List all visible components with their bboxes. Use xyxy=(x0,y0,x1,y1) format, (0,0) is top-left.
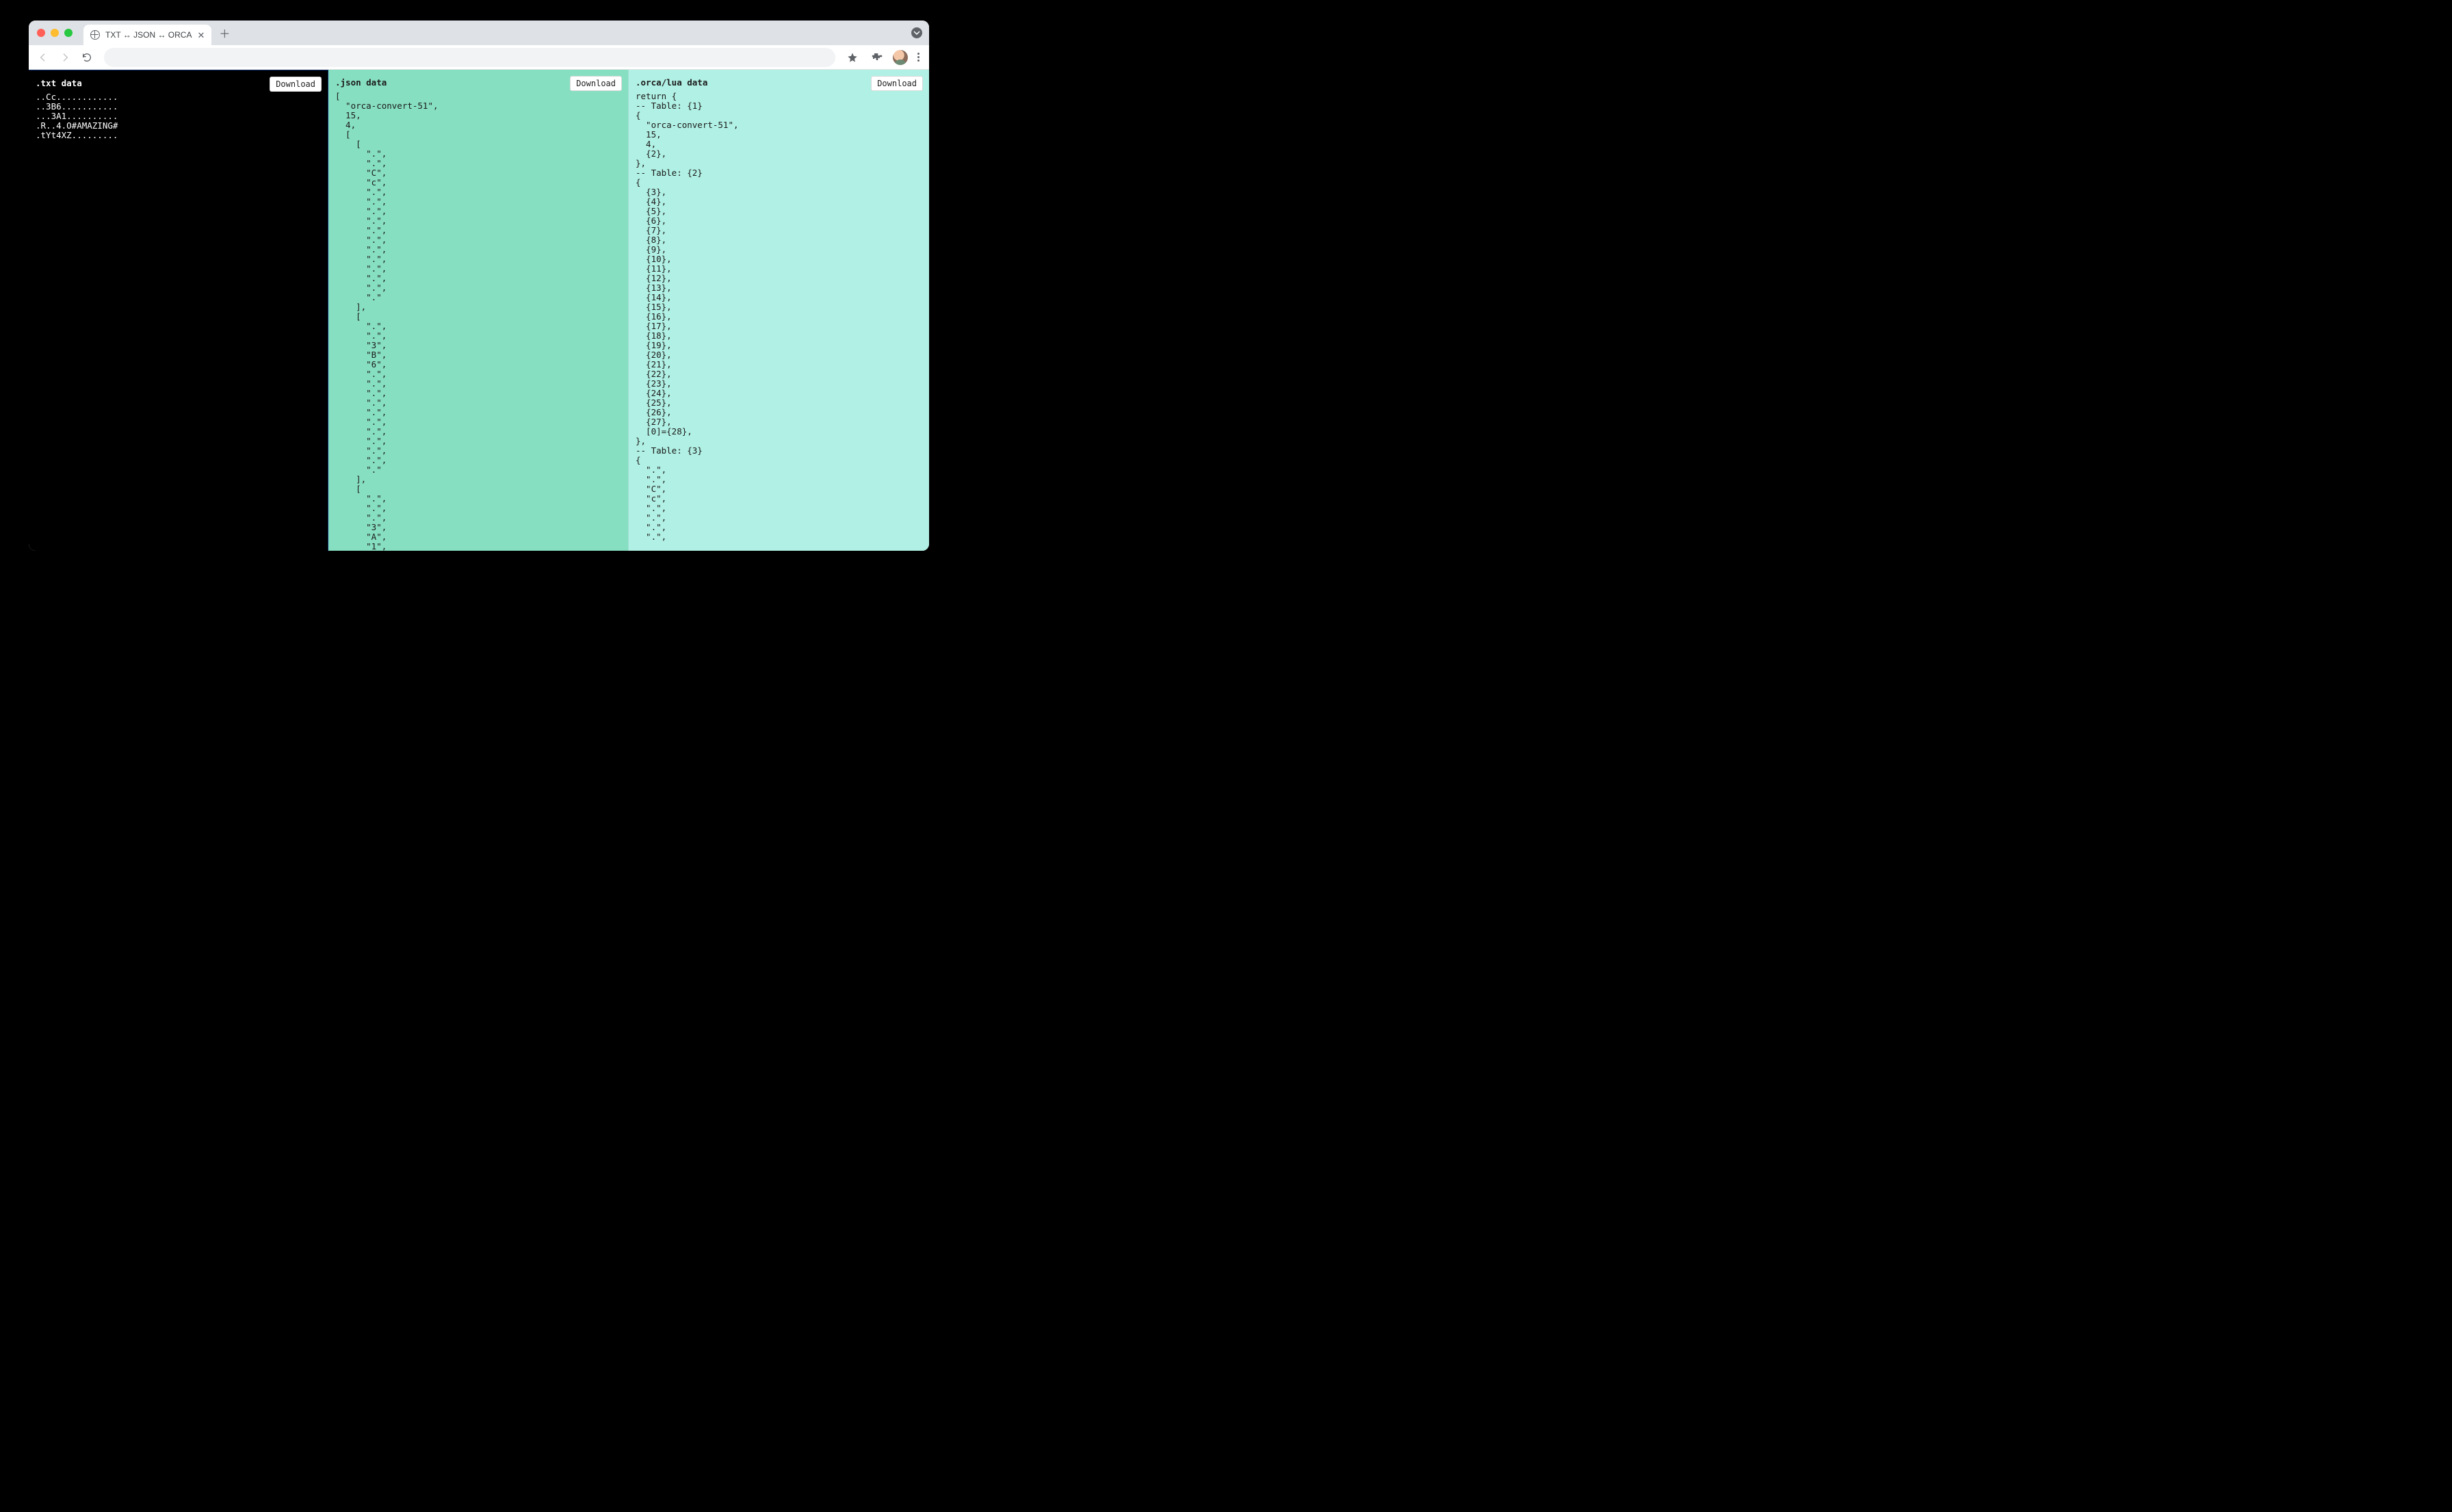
toolbar-right xyxy=(844,49,924,66)
tab-overflow-button[interactable] xyxy=(911,27,922,38)
extensions-button[interactable] xyxy=(868,49,886,66)
browser-tab[interactable]: TXT ↔ JSON ↔ ORCA ✕ xyxy=(83,25,211,45)
json-content[interactable]: [ "orca-convert-51", 15, 4, [ [ ".", "."… xyxy=(335,92,621,551)
download-json-button[interactable]: Download xyxy=(570,76,622,91)
reload-icon xyxy=(81,52,92,63)
txt-content[interactable]: ..Cc............ ..3B6........... ...3A1… xyxy=(36,92,321,140)
lua-pane: Download .orca/lua data return { -- Tabl… xyxy=(628,70,929,551)
download-txt-button[interactable]: Download xyxy=(270,77,322,92)
browser-toolbar xyxy=(29,45,929,70)
tab-bar: TXT ↔ JSON ↔ ORCA ✕ ＋ xyxy=(29,21,929,45)
browser-window: TXT ↔ JSON ↔ ORCA ✕ ＋ xyxy=(29,21,929,551)
json-pane: Download .json data [ "orca-convert-51",… xyxy=(328,70,628,551)
globe-icon xyxy=(90,30,100,40)
window-controls xyxy=(34,29,77,37)
arrow-left-icon xyxy=(38,52,49,63)
star-icon xyxy=(847,52,858,63)
forward-button[interactable] xyxy=(56,49,74,66)
browser-menu-button[interactable] xyxy=(915,51,922,64)
chevron-down-icon xyxy=(913,29,920,36)
arrow-right-icon xyxy=(60,52,70,63)
reload-button[interactable] xyxy=(78,49,96,66)
window-minimize-button[interactable] xyxy=(51,29,59,37)
download-lua-button[interactable]: Download xyxy=(871,76,923,91)
tab-title: TXT ↔ JSON ↔ ORCA xyxy=(105,30,192,40)
txt-pane: Download .txt data ..Cc............ ..3B… xyxy=(29,70,328,551)
back-button[interactable] xyxy=(34,49,52,66)
lua-content[interactable]: return { -- Table: {1} { "orca-convert-5… xyxy=(636,92,922,542)
profile-avatar[interactable] xyxy=(893,50,908,65)
page-content: Download .txt data ..Cc............ ..3B… xyxy=(29,70,929,551)
close-tab-button[interactable]: ✕ xyxy=(197,31,205,40)
window-maximize-button[interactable] xyxy=(64,29,73,37)
window-close-button[interactable] xyxy=(37,29,45,37)
bookmark-button[interactable] xyxy=(844,49,861,66)
address-bar[interactable] xyxy=(104,48,835,67)
new-tab-button[interactable]: ＋ xyxy=(216,24,233,42)
puzzle-icon xyxy=(872,52,883,63)
